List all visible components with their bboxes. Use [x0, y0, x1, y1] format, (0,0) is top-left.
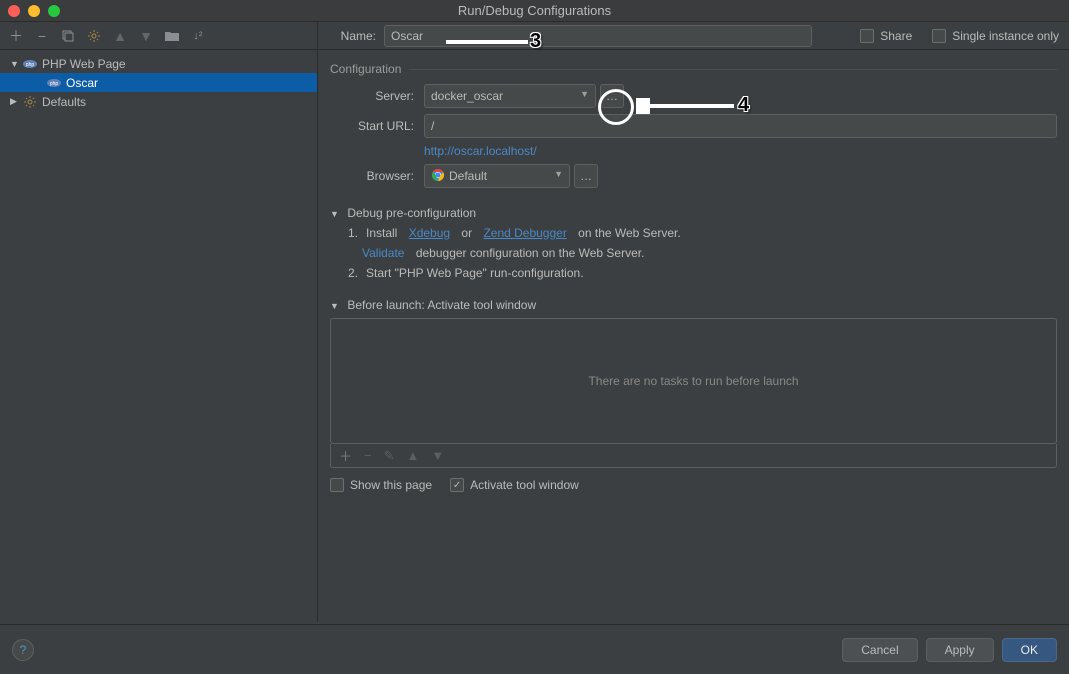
section-title: Configuration [330, 62, 401, 76]
show-this-page-checkbox[interactable]: Show this page [330, 478, 432, 492]
remove-icon[interactable]: − [34, 28, 50, 44]
checkbox-icon [330, 478, 344, 492]
configuration-editor: Name: Share Single instance only Configu… [318, 22, 1069, 622]
share-label: Share [880, 29, 912, 43]
before-launch-title: Before launch: Activate tool window [347, 298, 536, 312]
add-icon[interactable]: ＋ [8, 28, 24, 44]
configurations-sidebar: ＋ − ▲ ▼ ↓² ▼ php PHP Web Page [0, 22, 318, 622]
section-before-launch[interactable]: ▼ Before launch: Activate tool window [330, 298, 1057, 312]
move-task-down-icon[interactable]: ▼ [431, 448, 444, 463]
folder-icon[interactable] [164, 28, 180, 44]
apply-button[interactable]: Apply [926, 638, 994, 662]
browser-value: Default [449, 169, 487, 183]
zend-debugger-link[interactable]: Zend Debugger [483, 226, 566, 240]
tree-category-php-web-page[interactable]: ▼ php PHP Web Page [0, 54, 317, 73]
empty-tasks-text: There are no tasks to run before launch [588, 374, 798, 388]
chrome-icon [431, 168, 445, 185]
chevron-down-icon: ▼ [580, 89, 589, 99]
show-page-label: Show this page [350, 478, 432, 492]
section-configuration: Configuration [330, 62, 1057, 76]
server-dropdown[interactable]: docker_oscar ▼ [424, 84, 596, 108]
cancel-button[interactable]: Cancel [842, 638, 917, 662]
name-input[interactable] [384, 25, 812, 47]
name-label: Name: [328, 29, 376, 43]
single-instance-checkbox[interactable]: Single instance only [932, 29, 1059, 43]
single-instance-label: Single instance only [952, 29, 1059, 43]
minimize-window-icon[interactable] [28, 5, 40, 17]
checkbox-icon [860, 29, 874, 43]
maximize-window-icon[interactable] [48, 5, 60, 17]
activate-label: Activate tool window [470, 478, 579, 492]
name-row: Name: Share Single instance only [318, 22, 1069, 50]
share-checkbox[interactable]: Share [860, 29, 912, 43]
checkbox-icon [932, 29, 946, 43]
chevron-down-icon: ▼ [554, 169, 563, 179]
browser-config-button[interactable]: … [574, 164, 598, 188]
defaults-icon [22, 94, 38, 110]
window-title: Run/Debug Configurations [0, 3, 1069, 18]
debug-step-1a: Validate debugger configuration on the W… [362, 246, 1057, 260]
copy-icon[interactable] [60, 28, 76, 44]
validate-link[interactable]: Validate [362, 246, 404, 260]
sidebar-toolbar: ＋ − ▲ ▼ ↓² [0, 22, 317, 50]
move-task-up-icon[interactable]: ▲ [407, 448, 420, 463]
php-run-icon: php [46, 75, 62, 91]
section-debug-preconfig[interactable]: ▼ Debug pre-configuration [330, 206, 1057, 220]
svg-text:php: php [50, 81, 59, 87]
expand-arrow-icon[interactable]: ▼ [10, 59, 22, 69]
tree-label: PHP Web Page [42, 57, 126, 71]
checkbox-checked-icon [450, 478, 464, 492]
before-launch-tasks-list: There are no tasks to run before launch [330, 318, 1057, 444]
expand-arrow-icon[interactable]: ▶ [10, 96, 22, 107]
edit-task-icon[interactable]: ✎ [384, 448, 395, 464]
browser-dropdown[interactable]: Default ▼ [424, 164, 570, 188]
server-config-button[interactable]: … [600, 84, 624, 108]
collapse-arrow-icon: ▼ [330, 209, 340, 219]
start-url-input[interactable] [424, 114, 1057, 138]
tree-item-oscar[interactable]: php Oscar [0, 73, 317, 92]
move-up-icon[interactable]: ▲ [112, 28, 128, 44]
debug-title: Debug pre-configuration [347, 206, 476, 220]
browser-label: Browser: [338, 169, 424, 183]
titlebar: Run/Debug Configurations [0, 0, 1069, 22]
collapse-arrow-icon: ▼ [330, 301, 340, 311]
svg-text:php: php [26, 62, 35, 68]
resolved-url-link[interactable]: http://oscar.localhost/ [424, 144, 537, 158]
server-value: docker_oscar [431, 89, 503, 103]
tree-label: Oscar [66, 76, 98, 90]
start-url-label: Start URL: [338, 119, 424, 133]
configurations-tree: ▼ php PHP Web Page php Oscar ▶ Defaults [0, 50, 317, 622]
sort-icon[interactable]: ↓² [190, 28, 206, 44]
debug-step-2: 2. Start "PHP Web Page" run-configuratio… [348, 266, 1057, 280]
help-button[interactable]: ? [12, 639, 34, 661]
dialog-footer: ? Cancel Apply OK [0, 624, 1069, 674]
close-window-icon[interactable] [8, 5, 20, 17]
ok-button[interactable]: OK [1002, 638, 1057, 662]
add-task-icon[interactable]: ＋ [339, 446, 352, 465]
before-launch-toolbar: ＋ − ✎ ▲ ▼ [330, 444, 1057, 468]
php-icon: php [22, 56, 38, 72]
activate-tool-window-checkbox[interactable]: Activate tool window [450, 478, 579, 492]
settings-icon[interactable] [86, 28, 102, 44]
tree-category-defaults[interactable]: ▶ Defaults [0, 92, 317, 111]
move-down-icon[interactable]: ▼ [138, 28, 154, 44]
remove-task-icon[interactable]: − [364, 448, 372, 463]
server-label: Server: [338, 89, 424, 103]
window-controls [8, 5, 60, 17]
debug-step-1: 1. Install Xdebug or Zend Debugger on th… [348, 226, 1057, 240]
xdebug-link[interactable]: Xdebug [409, 226, 450, 240]
tree-label: Defaults [42, 95, 86, 109]
